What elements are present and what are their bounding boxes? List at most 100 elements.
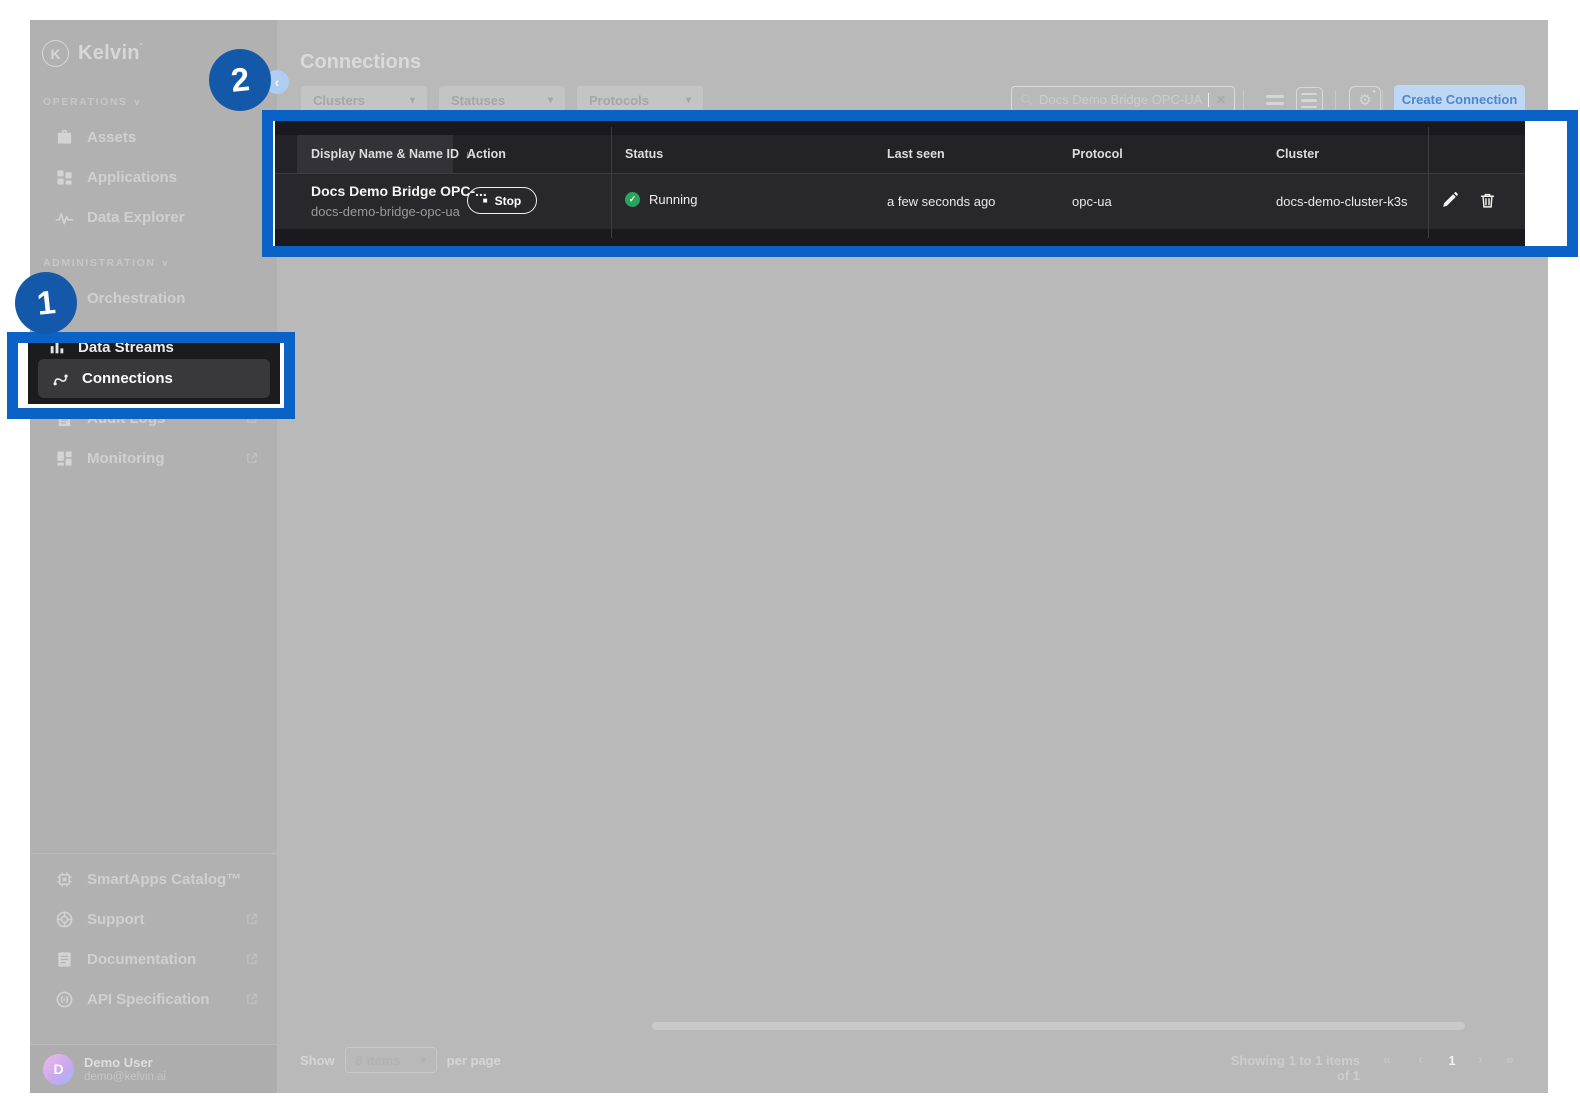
page-title: Connections [300, 51, 422, 73]
chevron-down-icon: ▾ [420, 1054, 426, 1066]
chevron-down-icon: ▾ [409, 94, 415, 106]
pagination-prev-icon[interactable]: ‹ [1418, 1051, 1423, 1067]
divider [30, 853, 277, 854]
annotation-box-step2: Display Name & Name ID ↓↑ Action Status L… [262, 110, 1578, 257]
running-check-icon: ✓ [625, 192, 640, 207]
sidebar-item-label: API Specification [87, 990, 210, 1008]
chevron-down-icon: ∨ [161, 258, 170, 268]
external-link-icon [247, 452, 258, 463]
sidebar-item-applications[interactable]: Applications [40, 157, 267, 197]
page-size-select[interactable]: 8 items ▾ [344, 1047, 437, 1073]
status-badge: ✓ Running [625, 192, 697, 207]
sidebar-item-label: Documentation [87, 950, 197, 968]
user-menu[interactable]: D Demo User demo@kelvin.ai [30, 1045, 277, 1093]
user-email: demo@kelvin.ai [84, 1070, 166, 1083]
section-operations[interactable]: OPERATIONS ∨ [43, 96, 142, 108]
sidebar-item-label: Assets [87, 128, 137, 146]
data-streams-icon [50, 343, 64, 354]
sidebar-item-label: Orchestration [87, 289, 186, 307]
sidebar-item-documentation[interactable]: Documentation [40, 939, 267, 979]
pagination-summary: Showing 1 to 1 items of 1 [1230, 1053, 1360, 1083]
kelvin-logo: K Kelvin˚ [42, 40, 143, 67]
chevron-down-icon: ∨ [133, 97, 142, 107]
search-input[interactable]: Docs Demo Bridge OPC-UA ✕ [1011, 86, 1235, 113]
highlighted-sidebar-panel: Data Streams Connections [28, 343, 280, 404]
sparkle-icon: ✦ [1371, 89, 1377, 96]
sidebar-item-label: Support [87, 910, 145, 928]
col-status: Status [625, 147, 664, 161]
sidebar-item-api-specification[interactable]: API Specification [40, 979, 267, 1019]
edit-pencil-icon[interactable] [1441, 192, 1458, 209]
avatar: D [43, 1053, 74, 1085]
text-cursor [1208, 92, 1210, 107]
col-protocol: Protocol [1072, 147, 1123, 161]
lifebuoy-icon [56, 911, 73, 927]
external-link-icon [247, 953, 258, 964]
sidebar-item-smartapps-catalog[interactable]: SmartApps Catalog™ [40, 859, 267, 899]
stop-icon: ■ [482, 195, 488, 205]
show-label: Show [300, 1052, 335, 1068]
applications-icon [57, 169, 72, 185]
col-last-seen: Last seen [887, 147, 945, 161]
cell-protocol: opc-ua [1072, 194, 1112, 209]
cell-display-name: Docs Demo Bridge OPC-... docs-demo-bridg… [311, 182, 487, 221]
data-explorer-icon [55, 212, 74, 224]
chevron-down-icon: ▾ [685, 94, 691, 106]
pagination-page-1[interactable]: 1 [1445, 1053, 1459, 1068]
kelvin-logo-icon: K [42, 40, 69, 67]
pagination-next-icon[interactable]: › [1478, 1051, 1483, 1067]
monitoring-icon [57, 450, 72, 466]
sidebar-item-label: SmartApps Catalog™ [87, 870, 242, 888]
col-action: Action [467, 147, 506, 161]
brand-trademark: ˚ [139, 42, 144, 52]
connection-name-id: docs-demo-bridge-opc-ua [311, 204, 460, 219]
connection-display-name: Docs Demo Bridge OPC-... [311, 183, 487, 199]
three-lines-icon [1301, 92, 1317, 96]
section-administration[interactable]: ADMINISTRATION ∨ [43, 257, 170, 269]
annotation-step-1: 1 [15, 272, 77, 334]
cell-cluster: docs-demo-cluster-k3s [1276, 194, 1408, 209]
sidebar-item-assets[interactable]: Assets [40, 117, 267, 157]
two-lines-icon [1266, 95, 1284, 98]
connections-table: Display Name & Name ID ↓↑ Action Status L… [275, 121, 1525, 246]
col-cluster: Cluster [1276, 147, 1320, 161]
chevron-down-icon: ▾ [547, 94, 553, 106]
document-icon [58, 951, 71, 967]
per-page-label: per page [446, 1052, 501, 1068]
external-link-icon [247, 993, 258, 1004]
divider [1243, 90, 1244, 110]
pagination-last-icon[interactable]: » [1506, 1051, 1514, 1067]
user-name: Demo User [84, 1054, 153, 1070]
chip-icon [57, 871, 72, 887]
connections-icon [53, 374, 68, 385]
column-divider [1428, 127, 1429, 238]
gear-icon: ⚙ [1358, 92, 1372, 109]
chevron-left-icon: ‹ [274, 74, 280, 90]
sidebar-item-support[interactable]: Support [40, 899, 267, 939]
api-spec-icon [56, 991, 73, 1007]
highlighted-connections-item[interactable]: Connections [38, 359, 270, 398]
stop-button[interactable]: ■ Stop [467, 187, 537, 214]
annotation-step-2: 2 [209, 49, 271, 111]
col-display-name[interactable]: Display Name & Name ID ↓↑ [311, 147, 476, 161]
assets-icon [57, 129, 72, 144]
sidebar-item-label: Data Explorer [87, 208, 185, 226]
brand-name: Kelvin˚ [78, 42, 144, 64]
divider [1335, 90, 1336, 110]
sidebar-item-label: Applications [87, 168, 178, 186]
search-icon [1021, 94, 1033, 106]
divider [1382, 90, 1383, 110]
pagination-first-icon[interactable]: « [1383, 1051, 1391, 1067]
column-divider [611, 127, 612, 238]
status-text: Running [649, 192, 698, 207]
external-link-icon [247, 913, 258, 924]
sidebar-item-label: Monitoring [87, 449, 165, 467]
delete-trash-icon[interactable] [1479, 192, 1496, 209]
cell-last-seen: a few seconds ago [887, 194, 996, 209]
sidebar-item-monitoring[interactable]: Monitoring [40, 438, 267, 478]
search-value: Docs Demo Bridge OPC-UA [1039, 92, 1203, 107]
sidebar-item-data-explorer[interactable]: Data Explorer [40, 197, 267, 237]
annotation-box-step1: Data Streams Connections [7, 332, 295, 419]
clear-search-icon[interactable]: ✕ [1216, 93, 1226, 107]
horizontal-scrollbar[interactable] [652, 1022, 1465, 1030]
